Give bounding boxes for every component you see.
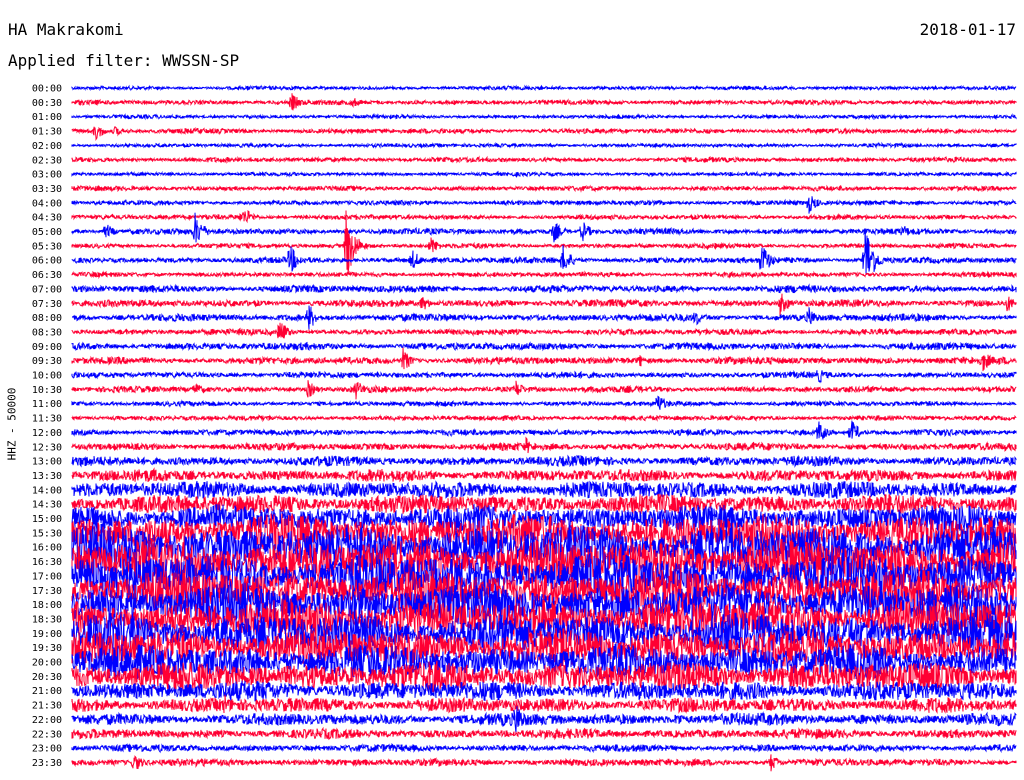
trace-02-00 bbox=[71, 141, 1017, 150]
trace-07-00 bbox=[71, 283, 1017, 294]
trace-02-30 bbox=[71, 155, 1017, 164]
trace-08-00 bbox=[71, 305, 1017, 330]
time-label: 04:00 bbox=[32, 198, 62, 209]
trace-13-30 bbox=[71, 467, 1017, 483]
time-label: 03:00 bbox=[32, 170, 62, 181]
trace-03-00 bbox=[71, 170, 1017, 178]
time-label: 06:00 bbox=[32, 256, 62, 267]
trace-group bbox=[71, 84, 1017, 772]
time-label: 19:00 bbox=[32, 629, 62, 640]
time-label: 17:00 bbox=[32, 571, 62, 582]
time-label: 13:30 bbox=[32, 471, 62, 482]
time-label: 10:30 bbox=[32, 385, 62, 396]
trace-23-00 bbox=[71, 742, 1017, 754]
time-label: 05:00 bbox=[32, 227, 62, 238]
time-label: 06:30 bbox=[32, 270, 62, 281]
trace-11-30 bbox=[71, 414, 1017, 423]
time-label: 05:30 bbox=[32, 241, 62, 252]
trace-13-00 bbox=[71, 454, 1017, 469]
trace-04-00 bbox=[71, 196, 1017, 214]
trace-11-00 bbox=[71, 395, 1017, 410]
time-label: 00:00 bbox=[32, 84, 62, 95]
time-label: 22:30 bbox=[32, 729, 62, 740]
trace-09-30 bbox=[71, 347, 1017, 372]
trace-07-30 bbox=[71, 293, 1017, 318]
trace-06-30 bbox=[71, 270, 1017, 280]
trace-00-30 bbox=[71, 93, 1017, 111]
time-label: 09:30 bbox=[32, 356, 62, 367]
time-label: 15:30 bbox=[32, 528, 62, 539]
time-label: 07:00 bbox=[32, 284, 62, 295]
time-label-group: 00:00 00:30 01:00 01:30 02:00 02:30 03:00 03:30… bbox=[32, 84, 62, 769]
time-label: 23:30 bbox=[32, 758, 62, 769]
time-label: 22:00 bbox=[32, 715, 62, 726]
time-label: 23:00 bbox=[32, 744, 62, 755]
time-label: 01:00 bbox=[32, 112, 62, 123]
time-label: 12:00 bbox=[32, 428, 62, 439]
trace-10-00 bbox=[71, 369, 1017, 384]
time-label: 07:30 bbox=[32, 299, 62, 310]
time-label: 18:00 bbox=[32, 600, 62, 611]
time-label: 01:30 bbox=[32, 127, 62, 138]
time-label: 11:00 bbox=[32, 399, 62, 410]
time-label: 16:30 bbox=[32, 557, 62, 568]
trace-01-30 bbox=[71, 126, 1017, 142]
trace-08-30 bbox=[71, 322, 1017, 339]
time-label: 14:30 bbox=[32, 500, 62, 511]
time-label: 12:30 bbox=[32, 442, 62, 453]
time-label: 20:30 bbox=[32, 672, 62, 683]
time-label: 14:00 bbox=[32, 485, 62, 496]
trace-23-30 bbox=[71, 754, 1017, 772]
time-label: 00:30 bbox=[32, 98, 62, 109]
time-label: 08:30 bbox=[32, 327, 62, 338]
time-label: 21:00 bbox=[32, 686, 62, 697]
time-label: 13:00 bbox=[32, 457, 62, 468]
trace-14-00 bbox=[71, 480, 1017, 499]
time-label: 08:00 bbox=[32, 313, 62, 324]
time-label: 21:30 bbox=[32, 701, 62, 712]
time-label: 02:30 bbox=[32, 155, 62, 166]
trace-00-00 bbox=[71, 84, 1017, 92]
time-label: 11:30 bbox=[32, 414, 62, 425]
time-label: 19:30 bbox=[32, 643, 62, 654]
trace-12-00 bbox=[71, 420, 1017, 440]
time-label: 17:30 bbox=[32, 586, 62, 597]
time-label: 09:00 bbox=[32, 342, 62, 353]
time-label: 20:00 bbox=[32, 658, 62, 669]
time-label: 18:30 bbox=[32, 614, 62, 625]
time-label: 02:00 bbox=[32, 141, 62, 152]
trace-10-30 bbox=[71, 380, 1017, 400]
trace-22-00 bbox=[71, 706, 1017, 734]
trace-09-00 bbox=[71, 341, 1017, 352]
time-label: 16:00 bbox=[32, 543, 62, 554]
time-label: 03:30 bbox=[32, 184, 62, 195]
trace-06-00 bbox=[71, 228, 1017, 275]
time-label: 10:00 bbox=[32, 371, 62, 382]
time-label: 15:00 bbox=[32, 514, 62, 525]
trace-01-00 bbox=[71, 113, 1017, 121]
time-label: 04:30 bbox=[32, 213, 62, 224]
trace-22-30 bbox=[71, 726, 1017, 741]
trace-03-30 bbox=[71, 184, 1017, 193]
helicorder-plot: 00:00 00:30 01:00 01:30 02:00 02:30 03:00 03:30… bbox=[32, 84, 1017, 772]
trace-04-30 bbox=[71, 210, 1017, 224]
trace-12-30 bbox=[71, 436, 1017, 454]
